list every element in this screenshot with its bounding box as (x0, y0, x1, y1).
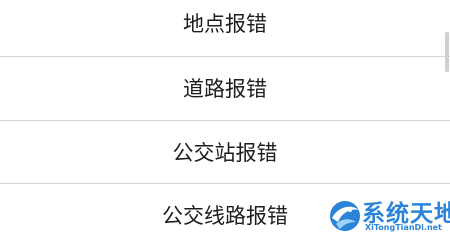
menu-item-label: 公交站报错 (172, 141, 278, 165)
menu-item-label: 地点报错 (183, 12, 267, 36)
menu-item-bus-stop-error[interactable]: 公交站报错 (0, 121, 450, 183)
menu-item-road-error[interactable]: 道路报错 (0, 57, 450, 119)
menu-item-location-error[interactable]: 地点报错 (0, 0, 450, 54)
menu-item-label: 道路报错 (183, 77, 267, 101)
scrollbar-thumb[interactable] (445, 32, 449, 72)
report-error-menu: 地点报错 道路报错 公交站报错 公交线路报错 系统天地 XiTongTianDi… (0, 0, 450, 241)
menu-item-bus-line-error[interactable]: 公交线路报错 (0, 184, 450, 241)
menu-item-label: 公交线路报错 (162, 204, 288, 228)
